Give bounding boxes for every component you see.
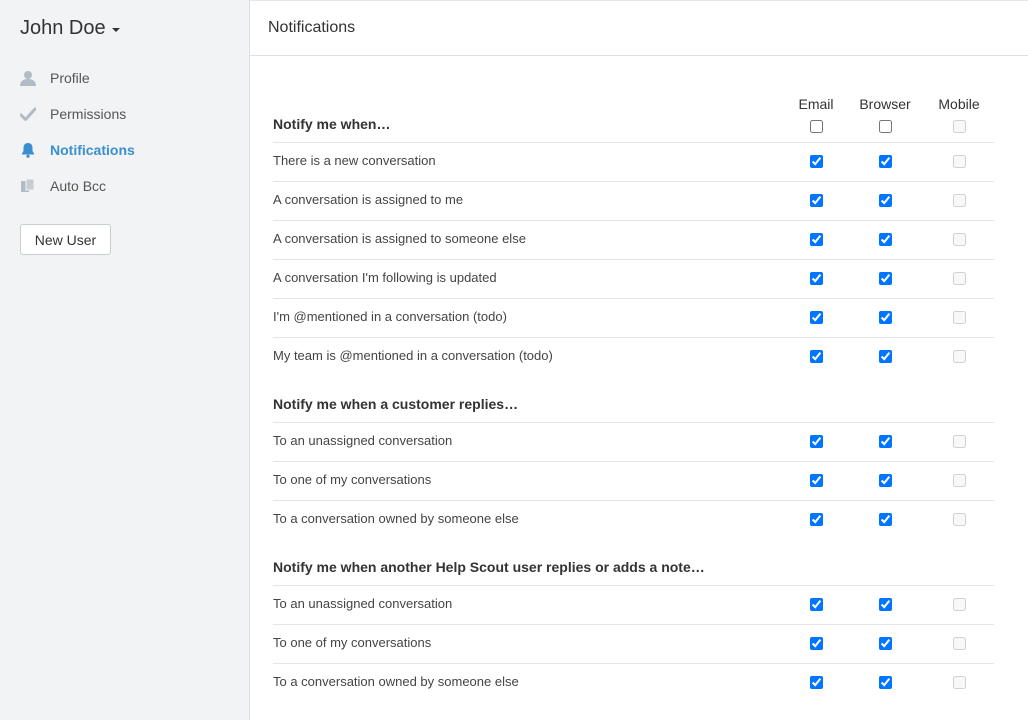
table-row: A conversation is assigned to someone el… (273, 220, 994, 259)
sidebar-item-label: Permissions (50, 106, 127, 122)
mobile-checkbox (953, 155, 966, 168)
email-checkbox[interactable] (810, 513, 823, 526)
email-checkbox[interactable] (810, 272, 823, 285)
main-header: Notifications (250, 0, 1028, 56)
mobile-checkbox (953, 676, 966, 689)
browser-checkbox[interactable] (879, 513, 892, 526)
table-row: To one of my conversations (273, 624, 994, 663)
table-row: To a conversation owned by someone else (273, 500, 994, 539)
sidebar-item-label: Profile (50, 70, 90, 86)
bell-icon (20, 142, 36, 158)
user-name: John Doe (20, 17, 106, 39)
table-row: A conversation I'm following is updated (273, 259, 994, 298)
row-label: To an unassigned conversation (273, 596, 453, 611)
table-row: To an unassigned conversation (273, 422, 994, 461)
table-row: There is a new conversation (273, 142, 994, 181)
email-checkbox[interactable] (810, 435, 823, 448)
user-menu-dropdown[interactable]: John Doe (20, 17, 120, 40)
sidebar-item-auto-bcc[interactable]: Auto Bcc (20, 168, 135, 204)
row-label: A conversation I'm following is updated (273, 270, 497, 285)
sidebar-item-label: Notifications (50, 142, 135, 158)
email-checkbox[interactable] (810, 311, 823, 324)
table-row: My team is @mentioned in a conversation … (273, 337, 994, 376)
column-header-mobile: Mobile (938, 96, 980, 112)
email-checkbox[interactable] (810, 676, 823, 689)
copy-icon (20, 178, 36, 194)
row-label: To one of my conversations (273, 472, 432, 487)
column-header-email: Email (798, 96, 834, 112)
row-label: To an unassigned conversation (273, 433, 453, 448)
browser-checkbox[interactable] (879, 272, 892, 285)
mobile-checkbox (953, 194, 966, 207)
row-label: I'm @mentioned in a conversation (todo) (273, 309, 507, 324)
row-label: There is a new conversation (273, 153, 436, 168)
browser-checkbox[interactable] (879, 637, 892, 650)
sidebar-item-permissions[interactable]: Permissions (19, 96, 135, 132)
table-row: To an unassigned conversation (273, 585, 994, 624)
email-checkbox[interactable] (810, 598, 823, 611)
email-checkbox[interactable] (810, 637, 823, 650)
browser-checkbox[interactable] (879, 676, 892, 689)
mobile-checkbox (953, 637, 966, 650)
table-row: A conversation is assigned to me (273, 181, 994, 220)
select-all-mobile-checkbox (953, 120, 966, 133)
row-label: A conversation is assigned to someone el… (273, 231, 526, 246)
row-label: To a conversation owned by someone else (273, 674, 519, 689)
email-checkbox[interactable] (810, 155, 823, 168)
browser-checkbox[interactable] (879, 598, 892, 611)
browser-checkbox[interactable] (879, 474, 892, 487)
browser-checkbox[interactable] (879, 311, 892, 324)
select-all-email-checkbox[interactable] (810, 120, 823, 133)
new-user-button[interactable]: New User (20, 224, 111, 255)
page-title: Notifications (268, 19, 356, 36)
browser-checkbox[interactable] (879, 194, 892, 207)
table-row: I'm @mentioned in a conversation (todo) (273, 298, 994, 337)
mobile-checkbox (953, 233, 966, 246)
section-title: Notify me when another Help Scout user r… (273, 559, 705, 575)
browser-checkbox[interactable] (879, 435, 892, 448)
browser-checkbox[interactable] (879, 155, 892, 168)
select-all-browser-checkbox[interactable] (879, 120, 892, 133)
user-icon (20, 70, 36, 86)
mobile-checkbox (953, 272, 966, 285)
table-row: To a conversation owned by someone else (273, 663, 994, 702)
sidebar: John Doe Profile Permissions Notificatio… (0, 0, 250, 720)
mobile-checkbox (953, 311, 966, 324)
section-title: Notify me when… (273, 116, 391, 132)
browser-checkbox[interactable] (879, 350, 892, 363)
row-label: My team is @mentioned in a conversation … (273, 348, 553, 363)
mobile-checkbox (953, 513, 966, 526)
email-checkbox[interactable] (810, 474, 823, 487)
caret-down-icon (111, 27, 120, 32)
mobile-checkbox (953, 435, 966, 448)
mobile-checkbox (953, 350, 966, 363)
row-label: A conversation is assigned to me (273, 192, 464, 207)
email-checkbox[interactable] (810, 194, 823, 207)
column-header-browser: Browser (859, 96, 911, 112)
sidebar-nav: Profile Permissions Notifications Auto B… (19, 60, 135, 204)
sidebar-item-label: Auto Bcc (50, 178, 107, 194)
mobile-checkbox (953, 598, 966, 611)
sidebar-item-profile[interactable]: Profile (20, 60, 135, 96)
sidebar-item-notifications[interactable]: Notifications (20, 132, 135, 168)
section-title: Notify me when a customer replies… (273, 396, 519, 412)
row-label: To one of my conversations (273, 635, 432, 650)
browser-checkbox[interactable] (879, 233, 892, 246)
email-checkbox[interactable] (810, 350, 823, 363)
check-icon (19, 106, 37, 122)
table-row: To one of my conversations (273, 461, 994, 500)
row-label: To a conversation owned by someone else (273, 511, 519, 526)
email-checkbox[interactable] (810, 233, 823, 246)
mobile-checkbox (953, 474, 966, 487)
